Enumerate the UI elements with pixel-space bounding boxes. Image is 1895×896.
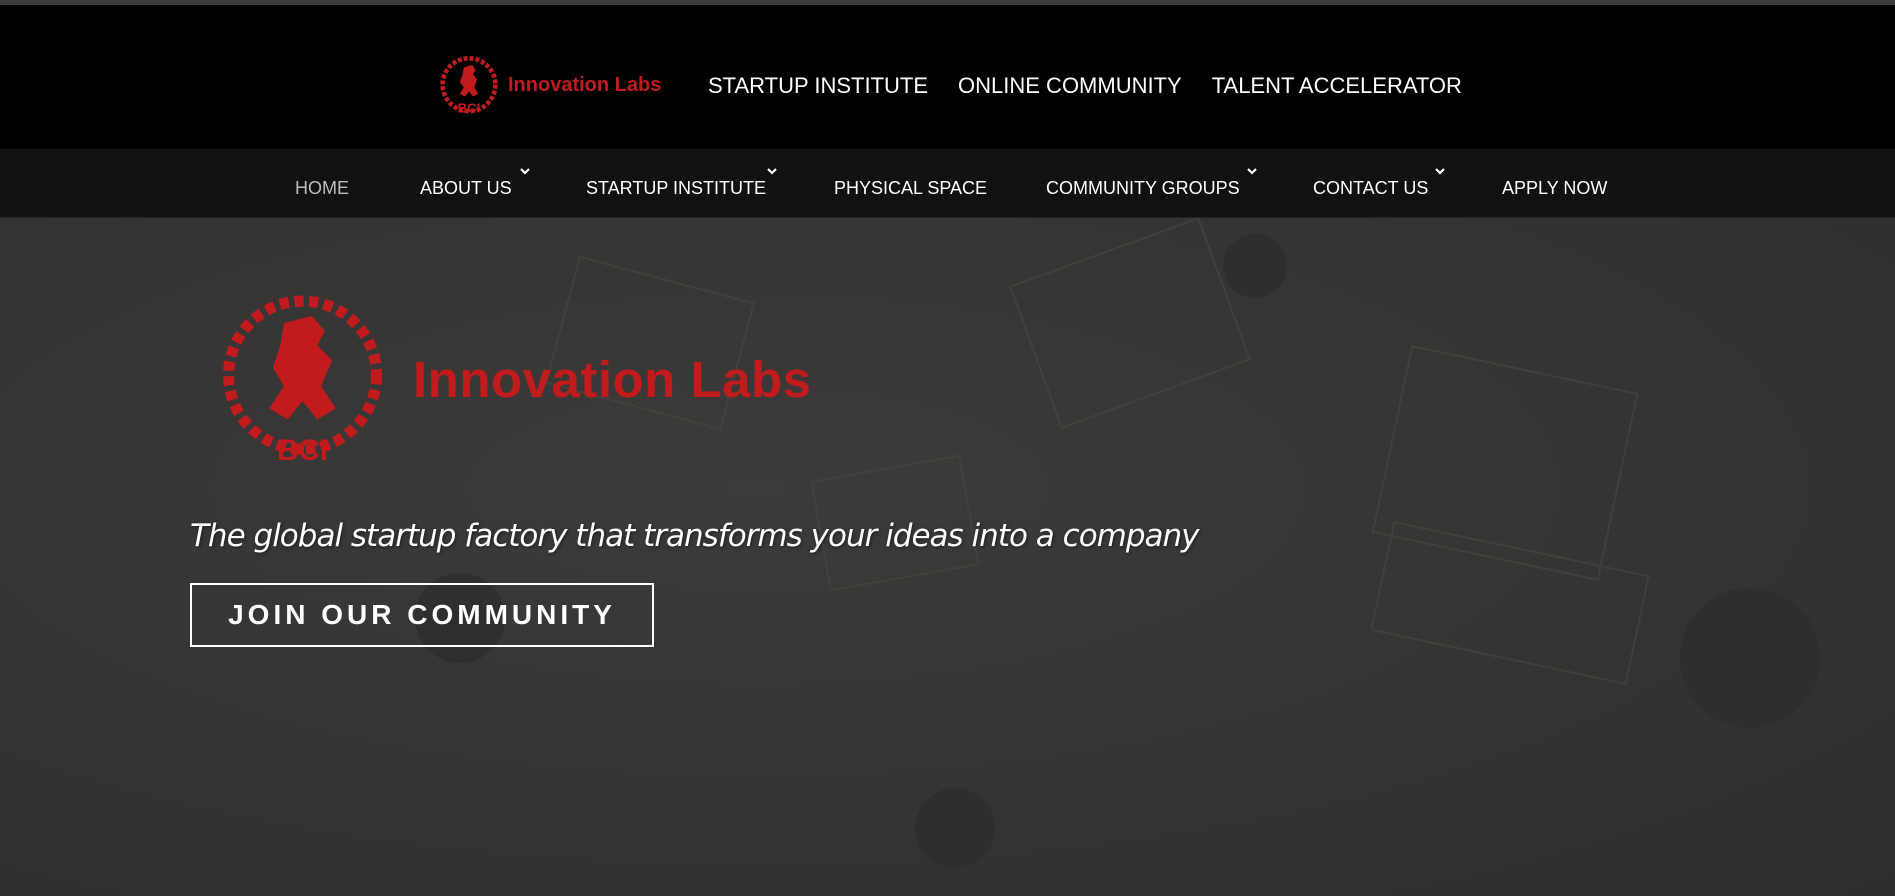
chevron-down-icon[interactable] (765, 165, 779, 179)
nav-item-home[interactable]: HOME (295, 178, 349, 199)
main-navigation: HOME ABOUT US STARTUP INSTITUTE PHYSICAL… (0, 149, 1895, 218)
chevron-down-icon[interactable] (1433, 165, 1447, 179)
nav-item-about-us[interactable]: ABOUT US (420, 178, 512, 199)
chevron-down-icon[interactable] (518, 165, 532, 179)
svg-text:BCI: BCI (458, 100, 481, 115)
site-header: BCI Innovation Labs STARTUP INSTITUTE ON… (0, 5, 1895, 149)
toplink-startup-institute[interactable]: STARTUP INSTITUTE (708, 73, 928, 99)
toplink-talent-accelerator[interactable]: TALENT ACCELERATOR (1212, 73, 1462, 99)
bci-emblem-logo[interactable]: BCI (436, 51, 502, 121)
toplink-online-community[interactable]: ONLINE COMMUNITY (958, 73, 1182, 99)
nav-item-physical-space[interactable]: PHYSICAL SPACE (834, 178, 987, 199)
bci-emblem-large: BCI (222, 295, 383, 467)
top-links: STARTUP INSTITUTE ONLINE COMMUNITY TALEN… (708, 73, 1492, 99)
join-community-button[interactable]: JOIN OUR COMMUNITY (190, 583, 654, 647)
nav-item-startup-institute[interactable]: STARTUP INSTITUTE (586, 178, 766, 199)
chevron-down-icon[interactable] (1245, 165, 1259, 179)
nav-item-contact-us[interactable]: CONTACT US (1313, 178, 1428, 199)
svg-text:BCI: BCI (277, 434, 328, 467)
nav-item-apply-now[interactable]: APPLY NOW (1502, 178, 1607, 199)
nav-item-community-groups[interactable]: COMMUNITY GROUPS (1046, 178, 1240, 199)
hero-logo-text: Innovation Labs (413, 351, 812, 408)
header-logo-text[interactable]: Innovation Labs (508, 74, 661, 97)
hero-tagline: The global startup factory that transfor… (190, 518, 1200, 554)
